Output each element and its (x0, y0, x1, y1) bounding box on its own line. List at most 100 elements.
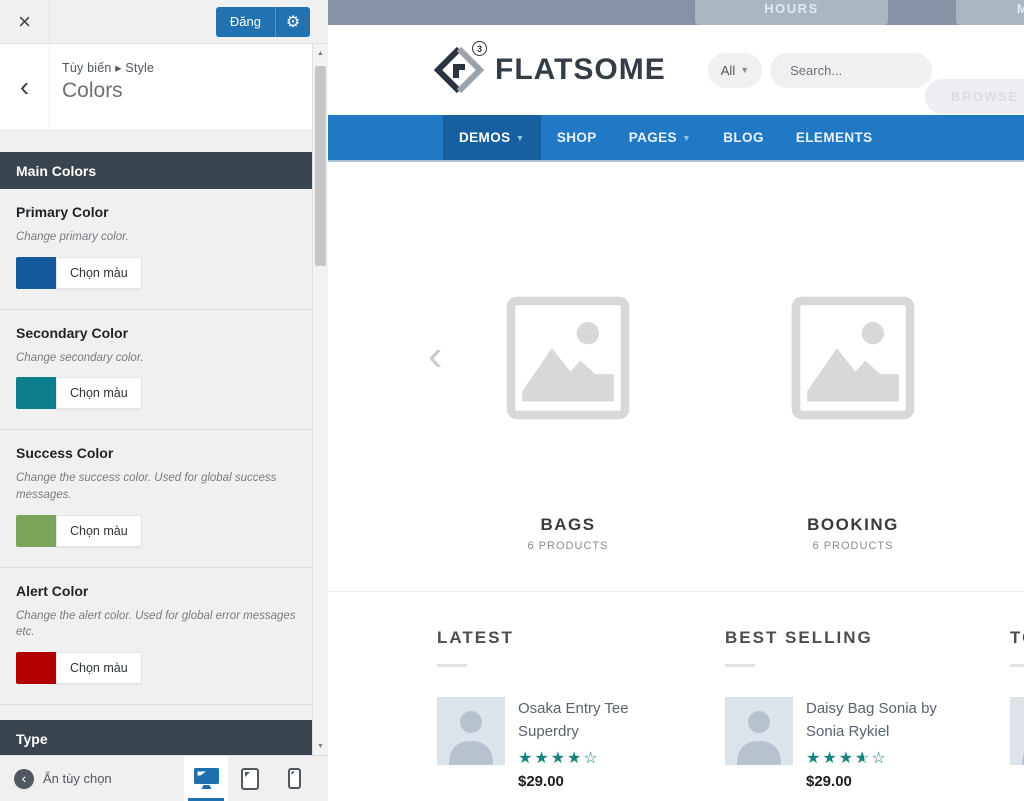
column-heading: BEST SELLING (725, 628, 997, 648)
choose-color-button[interactable]: Chọn màu (56, 652, 142, 684)
product-column-top-rated: TOP RATED (1010, 628, 1024, 765)
panel-header: ‹ Tùy biến ▸ Style Colors (0, 44, 328, 131)
product-avatar-placeholder (1010, 697, 1024, 765)
color-controls: Primary Color Change primary color. Chọn… (0, 189, 328, 705)
chevron-down-icon: ▼ (740, 65, 749, 75)
control-description: Change the success color. Used for globa… (16, 470, 296, 503)
chevron-down-icon: ▼ (682, 133, 691, 143)
product-lists-section: LATEST Osaka Entry Tee Superdry ★★★★☆ $2… (328, 592, 1024, 801)
category-name: BOOKING (753, 515, 953, 535)
product-item[interactable]: Osaka Entry Tee Superdry ★★★★☆ $29.00 (437, 697, 709, 790)
breadcrumb: Tùy biến ▸ Style (62, 60, 154, 75)
product-item[interactable]: Daisy Bag Sonia by Sonia Rykiel ★★★☆★☆ $… (725, 697, 997, 790)
control-alert-color: Alert Color Change the alert color. Used… (16, 568, 312, 684)
control-label: Success Color (16, 445, 312, 461)
sidebar-scrollbar[interactable]: ▲ ▼ (312, 44, 328, 755)
nav-item-elements[interactable]: ELEMENTS (780, 115, 889, 160)
customizer-footer: ‹ Ẩn tùy chọn (0, 755, 328, 801)
device-preview-switcher (184, 756, 316, 801)
chevron-down-icon: ▼ (516, 133, 525, 143)
product-column-latest: LATEST Osaka Entry Tee Superdry ★★★★☆ $2… (437, 628, 709, 790)
nav-item-shop[interactable]: SHOP (541, 115, 613, 160)
star-icon: ☆★ (855, 748, 871, 768)
control-description: Change secondary color. (16, 350, 296, 367)
divider (0, 704, 328, 705)
control-label: Primary Color (16, 204, 312, 220)
desktop-icon (193, 767, 220, 790)
nav-item-pages[interactable]: PAGES ▼ (613, 115, 708, 160)
carousel-prev-icon[interactable]: ‹ (428, 334, 443, 378)
control-label: Secondary Color (16, 325, 312, 341)
search-input[interactable] (770, 53, 932, 88)
product-price: $29.00 (806, 773, 971, 790)
nav-item-demos[interactable]: DEMOS ▼ (443, 115, 541, 160)
image-placeholder-icon (506, 296, 630, 420)
scroll-up-icon[interactable]: ▲ (313, 46, 328, 60)
site-header: 3 FLATSOME All ▼ BROWSE NOW (328, 25, 1024, 115)
countdown-hours-tile: HOURS (695, 0, 888, 25)
wordpress-customizer-app: × Đăng ⚙ ‹ Tùy biến ▸ Style Colors Main … (0, 0, 1024, 801)
star-icon: ☆ (871, 748, 887, 768)
secondary-color-swatch[interactable] (16, 377, 56, 409)
scroll-down-icon[interactable]: ▼ (313, 739, 328, 753)
primary-color-swatch[interactable] (16, 257, 56, 289)
flatsome-logo-icon: 3 (433, 44, 485, 96)
success-color-swatch[interactable] (16, 515, 56, 547)
search-category-dropdown[interactable]: All ▼ (708, 53, 762, 88)
control-secondary-color: Secondary Color Change secondary color. … (16, 310, 312, 410)
product-name: Osaka Entry Tee Superdry (518, 697, 683, 744)
back-chevron-icon[interactable]: ‹ (0, 44, 50, 130)
hide-controls-label: Ẩn tùy chọn (43, 771, 112, 786)
control-success-color: Success Color Change the success color. … (16, 430, 312, 546)
heading-underline (437, 664, 467, 667)
logo-badge: 3 (472, 41, 487, 56)
control-label: Alert Color (16, 583, 312, 599)
star-icon: ★ (806, 748, 822, 768)
countdown-min-tile: MIN (956, 0, 1024, 25)
product-avatar-placeholder (437, 697, 505, 765)
product-column-best-selling: BEST SELLING Daisy Bag Sonia by Sonia Ry… (725, 628, 997, 790)
desktop-preview-button[interactable] (184, 756, 228, 801)
alert-color-swatch[interactable] (16, 652, 56, 684)
scrollbar-thumb[interactable] (315, 66, 326, 266)
column-heading: LATEST (437, 628, 709, 648)
section-header-type[interactable]: Type (0, 720, 328, 757)
publish-group: Đăng ⚙ (216, 7, 310, 37)
category-card-booking[interactable]: BOOKING 6 PRODUCTS (753, 296, 953, 552)
heading-underline (1010, 664, 1024, 667)
choose-color-button[interactable]: Chọn màu (56, 257, 142, 289)
star-rating: ★★★★☆ (518, 748, 683, 768)
category-count: 6 PRODUCTS (468, 540, 668, 552)
section-header-main-colors[interactable]: Main Colors (0, 152, 328, 189)
star-icon: ★ (839, 748, 855, 768)
product-item[interactable] (1010, 697, 1024, 765)
customizer-topbar: × Đăng ⚙ (0, 0, 328, 44)
choose-color-button[interactable]: Chọn màu (56, 515, 142, 547)
panel-title: Colors (62, 79, 154, 103)
customizer-sidebar: × Đăng ⚙ ‹ Tùy biến ▸ Style Colors Main … (0, 0, 328, 801)
header-search-zone: All ▼ (708, 53, 932, 88)
hide-controls-button[interactable]: ‹ Ẩn tùy chọn (14, 769, 112, 789)
control-primary-color: Primary Color Change primary color. Chọn… (16, 189, 312, 289)
gear-icon[interactable]: ⚙ (276, 7, 310, 37)
publish-button[interactable]: Đăng (216, 7, 275, 37)
heading-underline (725, 664, 755, 667)
tablet-icon (241, 768, 259, 790)
site-logo[interactable]: 3 FLATSOME (433, 44, 666, 96)
logo-text: FLATSOME (495, 53, 666, 87)
star-icon: ★ (534, 748, 550, 768)
tablet-preview-button[interactable] (228, 756, 272, 801)
mobile-preview-button[interactable] (272, 756, 316, 801)
close-icon[interactable]: × (0, 0, 50, 44)
category-card-bags[interactable]: BAGS 6 PRODUCTS (468, 296, 668, 552)
category-count: 6 PRODUCTS (753, 540, 953, 552)
column-heading: TOP RATED (1010, 628, 1024, 648)
product-avatar-placeholder (725, 697, 793, 765)
main-navigation: DEMOS ▼ SHOP PAGES ▼ BLOG ELEMENTS (328, 115, 1024, 162)
browse-now-button[interactable]: BROWSE NOW (925, 79, 1024, 114)
star-icon: ★ (822, 748, 838, 768)
collapse-arrow-icon: ‹ (14, 769, 34, 789)
choose-color-button[interactable]: Chọn màu (56, 377, 142, 409)
nav-item-blog[interactable]: BLOG (707, 115, 780, 160)
control-description: Change primary color. (16, 229, 296, 246)
